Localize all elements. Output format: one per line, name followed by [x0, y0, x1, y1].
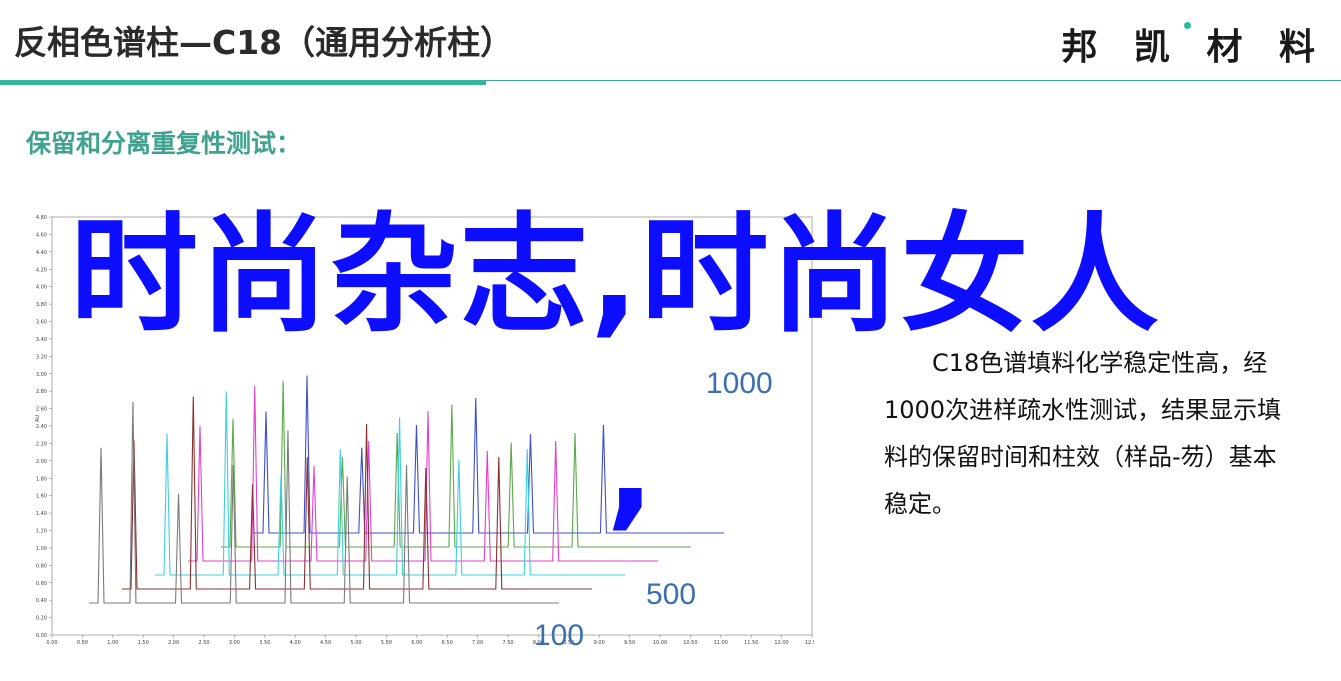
- x-tick-label: 5.50: [381, 640, 392, 646]
- x-tick-label: 11.00: [714, 640, 728, 646]
- y-tick-label: 4.60: [36, 232, 47, 238]
- x-tick-label: 7.00: [472, 640, 483, 646]
- y-tick-label: 0.60: [36, 581, 47, 587]
- y-tick-label: 3.80: [36, 302, 47, 308]
- x-tick-label: 1.50: [138, 640, 149, 646]
- x-tick-label: 1.00: [107, 640, 118, 646]
- y-tick-label: 2.00: [36, 459, 47, 465]
- y-tick-label: 4.40: [36, 250, 47, 256]
- x-tick-label: 4.50: [320, 640, 331, 646]
- y-tick-label: 2.40: [36, 424, 47, 430]
- x-tick-label: 0.00: [46, 640, 57, 646]
- description-text: C18色谱填料化学稳定性高，经1000次进样疏水性测试，结果显示填料的保留时间和…: [884, 340, 1284, 528]
- y-tick-label: 3.00: [36, 372, 47, 378]
- y-tick-label: 0.40: [36, 598, 47, 604]
- y-tick-label: 2.20: [36, 441, 47, 447]
- x-tick-label: 10.50: [683, 640, 697, 646]
- x-tick-label: 6.50: [442, 640, 453, 646]
- overlay-comma: ,: [606, 394, 655, 543]
- y-tick-label: 2.80: [36, 389, 47, 395]
- x-tick-label: 2.00: [168, 640, 179, 646]
- chart-annotation-500: 500: [646, 578, 696, 611]
- x-tick-label: 2.50: [198, 640, 209, 646]
- x-tick-label: 10.00: [653, 640, 667, 646]
- x-tick-label: 6.00: [411, 640, 422, 646]
- x-tick-label: 0.50: [77, 640, 88, 646]
- chart-annotation-1000: 1000: [706, 367, 773, 400]
- brand-logo-dot: [1184, 22, 1191, 29]
- x-tick-label: 9.00: [594, 640, 605, 646]
- x-tick-label: 12.00: [774, 640, 788, 646]
- overlay-caption: 时尚杂志,时尚女人: [70, 201, 1161, 350]
- x-tick-label: 3.50: [259, 640, 270, 646]
- x-tick-label: 3.00: [229, 640, 240, 646]
- y-tick-label: 4.00: [36, 285, 47, 291]
- y-tick-label: 3.40: [36, 337, 47, 343]
- chart-annotation-100: 100: [534, 619, 584, 649]
- y-tick-label: 1.80: [36, 476, 47, 482]
- header-divider-accent: [0, 80, 486, 85]
- x-tick-label: 12.50: [805, 640, 814, 646]
- y-tick-label: 4.20: [36, 267, 47, 273]
- section-subheading: 保留和分离重复性测试：: [26, 129, 302, 158]
- y-tick-label: 3.60: [36, 320, 47, 326]
- y-tick-label: 1.60: [36, 494, 47, 500]
- x-tick-label: 7.50: [502, 640, 513, 646]
- description-paragraph: C18色谱填料化学稳定性高，经1000次进样疏水性测试，结果显示填料的保留时间和…: [884, 349, 1282, 518]
- y-tick-label: 1.40: [36, 511, 47, 517]
- x-tick-label: 11.50: [744, 640, 758, 646]
- y-tick-label: 1.20: [36, 529, 47, 535]
- y-tick-label: 1.00: [36, 546, 47, 552]
- brand-logo: 邦 凯 材 料: [1061, 27, 1327, 68]
- x-tick-label: 4.00: [290, 640, 301, 646]
- y-tick-label: 4.80: [36, 215, 47, 221]
- y-tick-label: 3.20: [36, 354, 47, 360]
- y-tick-label: 0.20: [36, 616, 47, 622]
- y-axis-label: AU: [35, 415, 41, 422]
- y-tick-label: 2.60: [36, 407, 47, 413]
- y-tick-label: 0.00: [36, 633, 47, 639]
- y-tick-label: 0.80: [36, 563, 47, 569]
- x-tick-label: 5.00: [350, 640, 361, 646]
- x-tick-label: 9.50: [624, 640, 635, 646]
- page-title: 反相色谱柱—C18（通用分析柱）: [14, 23, 514, 62]
